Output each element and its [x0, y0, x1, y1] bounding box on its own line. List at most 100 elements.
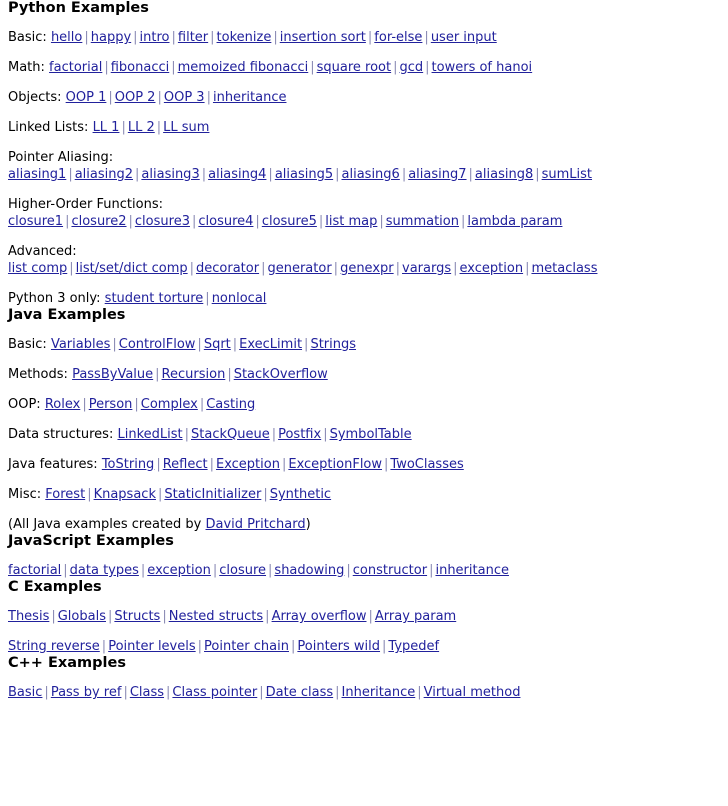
example-link-recursion[interactable]: Recursion — [162, 367, 226, 382]
example-link-aliasing7[interactable]: aliasing7 — [408, 167, 466, 182]
example-link-aliasing6[interactable]: aliasing6 — [342, 167, 400, 182]
example-link-towers-of-hanoi[interactable]: towers of hanoi — [432, 60, 533, 75]
example-link-lambda-param[interactable]: lambda param — [467, 214, 562, 229]
example-link-tokenize[interactable]: tokenize — [217, 30, 272, 45]
example-link-aliasing4[interactable]: aliasing4 — [208, 167, 266, 182]
example-link-sumlist[interactable]: sumList — [542, 167, 592, 182]
example-link-oop-3[interactable]: OOP 3 — [164, 90, 205, 105]
example-link-oop-1[interactable]: OOP 1 — [66, 90, 107, 105]
example-link-generator[interactable]: generator — [267, 261, 331, 276]
example-link-gcd[interactable]: gcd — [400, 60, 424, 75]
example-link-globals[interactable]: Globals — [58, 609, 106, 624]
example-link-forest[interactable]: Forest — [45, 487, 85, 502]
example-link-rolex[interactable]: Rolex — [45, 397, 80, 412]
example-link-knapsack[interactable]: Knapsack — [94, 487, 156, 502]
example-link-exception[interactable]: Exception — [216, 457, 280, 472]
example-link-person[interactable]: Person — [89, 397, 133, 412]
example-link-pointer-levels[interactable]: Pointer levels — [108, 639, 195, 654]
section-heading-python-examples: Python Examples — [8, 0, 149, 16]
example-link-shadowing[interactable]: shadowing — [274, 563, 344, 578]
example-link-execlimit[interactable]: ExecLimit — [239, 337, 302, 352]
example-link-summation[interactable]: summation — [386, 214, 459, 229]
example-link-closure5[interactable]: closure5 — [262, 214, 317, 229]
example-link-ll-1[interactable]: LL 1 — [93, 120, 120, 135]
example-link-nonlocal[interactable]: nonlocal — [212, 291, 267, 306]
example-link-data-types[interactable]: data types — [70, 563, 139, 578]
example-link-synthetic[interactable]: Synthetic — [270, 487, 331, 502]
example-link-closure2[interactable]: closure2 — [71, 214, 126, 229]
example-link-inheritance[interactable]: Inheritance — [342, 685, 416, 700]
example-link-oop-2[interactable]: OOP 2 — [115, 90, 156, 105]
example-link-hello[interactable]: hello — [51, 30, 82, 45]
example-link-square-root[interactable]: square root — [317, 60, 391, 75]
example-link-variables[interactable]: Variables — [51, 337, 110, 352]
example-link-stackoverflow[interactable]: StackOverflow — [234, 367, 328, 382]
example-link-exception[interactable]: exception — [460, 261, 524, 276]
example-link-structs[interactable]: Structs — [114, 609, 160, 624]
example-link-list-comp[interactable]: list comp — [8, 261, 67, 276]
example-link-reflect[interactable]: Reflect — [163, 457, 208, 472]
example-link-linkedlist[interactable]: LinkedList — [117, 427, 182, 442]
example-link-insertion-sort[interactable]: insertion sort — [280, 30, 366, 45]
example-link-closure3[interactable]: closure3 — [135, 214, 190, 229]
example-link-closure4[interactable]: closure4 — [198, 214, 253, 229]
example-link-closure1[interactable]: closure1 — [8, 214, 63, 229]
example-link-metaclass[interactable]: metaclass — [531, 261, 597, 276]
example-link-date-class[interactable]: Date class — [266, 685, 333, 700]
example-link-pointers-wild[interactable]: Pointers wild — [297, 639, 380, 654]
example-link-aliasing1[interactable]: aliasing1 — [8, 167, 66, 182]
example-link-filter[interactable]: filter — [178, 30, 208, 45]
example-link-happy[interactable]: happy — [91, 30, 131, 45]
example-link-typedef[interactable]: Typedef — [388, 639, 439, 654]
example-link-symboltable[interactable]: SymbolTable — [330, 427, 412, 442]
example-link-virtual-method[interactable]: Virtual method — [424, 685, 521, 700]
example-link-decorator[interactable]: decorator — [196, 261, 259, 276]
example-link-genexpr[interactable]: genexpr — [340, 261, 394, 276]
example-link-aliasing8[interactable]: aliasing8 — [475, 167, 533, 182]
example-link-string-reverse[interactable]: String reverse — [8, 639, 100, 654]
example-link-aliasing3[interactable]: aliasing3 — [141, 167, 199, 182]
example-link-inheritance[interactable]: inheritance — [213, 90, 287, 105]
example-link-factorial[interactable]: factorial — [8, 563, 61, 578]
example-link-student-torture[interactable]: student torture — [105, 291, 204, 306]
example-link-exception[interactable]: exception — [147, 563, 211, 578]
example-link-for-else[interactable]: for-else — [374, 30, 422, 45]
example-link-intro[interactable]: intro — [140, 30, 170, 45]
example-link-pass-by-ref[interactable]: Pass by ref — [51, 685, 122, 700]
example-link-list-set-dict-comp[interactable]: list/set/dict comp — [76, 261, 188, 276]
example-link-array-overflow[interactable]: Array overflow — [272, 609, 367, 624]
example-link-thesis[interactable]: Thesis — [8, 609, 49, 624]
example-link-class-pointer[interactable]: Class pointer — [172, 685, 257, 700]
example-link-postfix[interactable]: Postfix — [278, 427, 321, 442]
example-link-strings[interactable]: Strings — [310, 337, 356, 352]
example-link-stackqueue[interactable]: StackQueue — [191, 427, 270, 442]
example-link-ll-sum[interactable]: LL sum — [163, 120, 209, 135]
example-link-nested-structs[interactable]: Nested structs — [169, 609, 263, 624]
example-link-fibonacci[interactable]: fibonacci — [111, 60, 170, 75]
example-link-class[interactable]: Class — [130, 685, 164, 700]
example-link-staticinitializer[interactable]: StaticInitializer — [164, 487, 261, 502]
example-link-array-param[interactable]: Array param — [375, 609, 456, 624]
example-link-constructor[interactable]: constructor — [353, 563, 427, 578]
example-link-user-input[interactable]: user input — [431, 30, 497, 45]
example-link-exceptionflow[interactable]: ExceptionFlow — [288, 457, 382, 472]
example-link-pointer-chain[interactable]: Pointer chain — [204, 639, 289, 654]
example-link-twoclasses[interactable]: TwoClasses — [390, 457, 463, 472]
example-link-complex[interactable]: Complex — [141, 397, 198, 412]
example-link-list-map[interactable]: list map — [325, 214, 377, 229]
example-link-varargs[interactable]: varargs — [402, 261, 451, 276]
example-link-controlflow[interactable]: ControlFlow — [119, 337, 196, 352]
example-link-casting[interactable]: Casting — [206, 397, 255, 412]
example-link-ll-2[interactable]: LL 2 — [128, 120, 155, 135]
example-link-closure[interactable]: closure — [219, 563, 266, 578]
example-link-memoized-fibonacci[interactable]: memoized fibonacci — [178, 60, 309, 75]
example-link-aliasing5[interactable]: aliasing5 — [275, 167, 333, 182]
example-link-inheritance[interactable]: inheritance — [435, 563, 509, 578]
example-link-aliasing2[interactable]: aliasing2 — [75, 167, 133, 182]
example-link-basic[interactable]: Basic — [8, 685, 42, 700]
example-link-tostring[interactable]: ToString — [102, 457, 154, 472]
example-link-sqrt[interactable]: Sqrt — [204, 337, 231, 352]
author-link-david-pritchard[interactable]: David Pritchard — [206, 517, 306, 532]
example-link-factorial[interactable]: factorial — [49, 60, 102, 75]
example-link-passbyvalue[interactable]: PassByValue — [72, 367, 153, 382]
